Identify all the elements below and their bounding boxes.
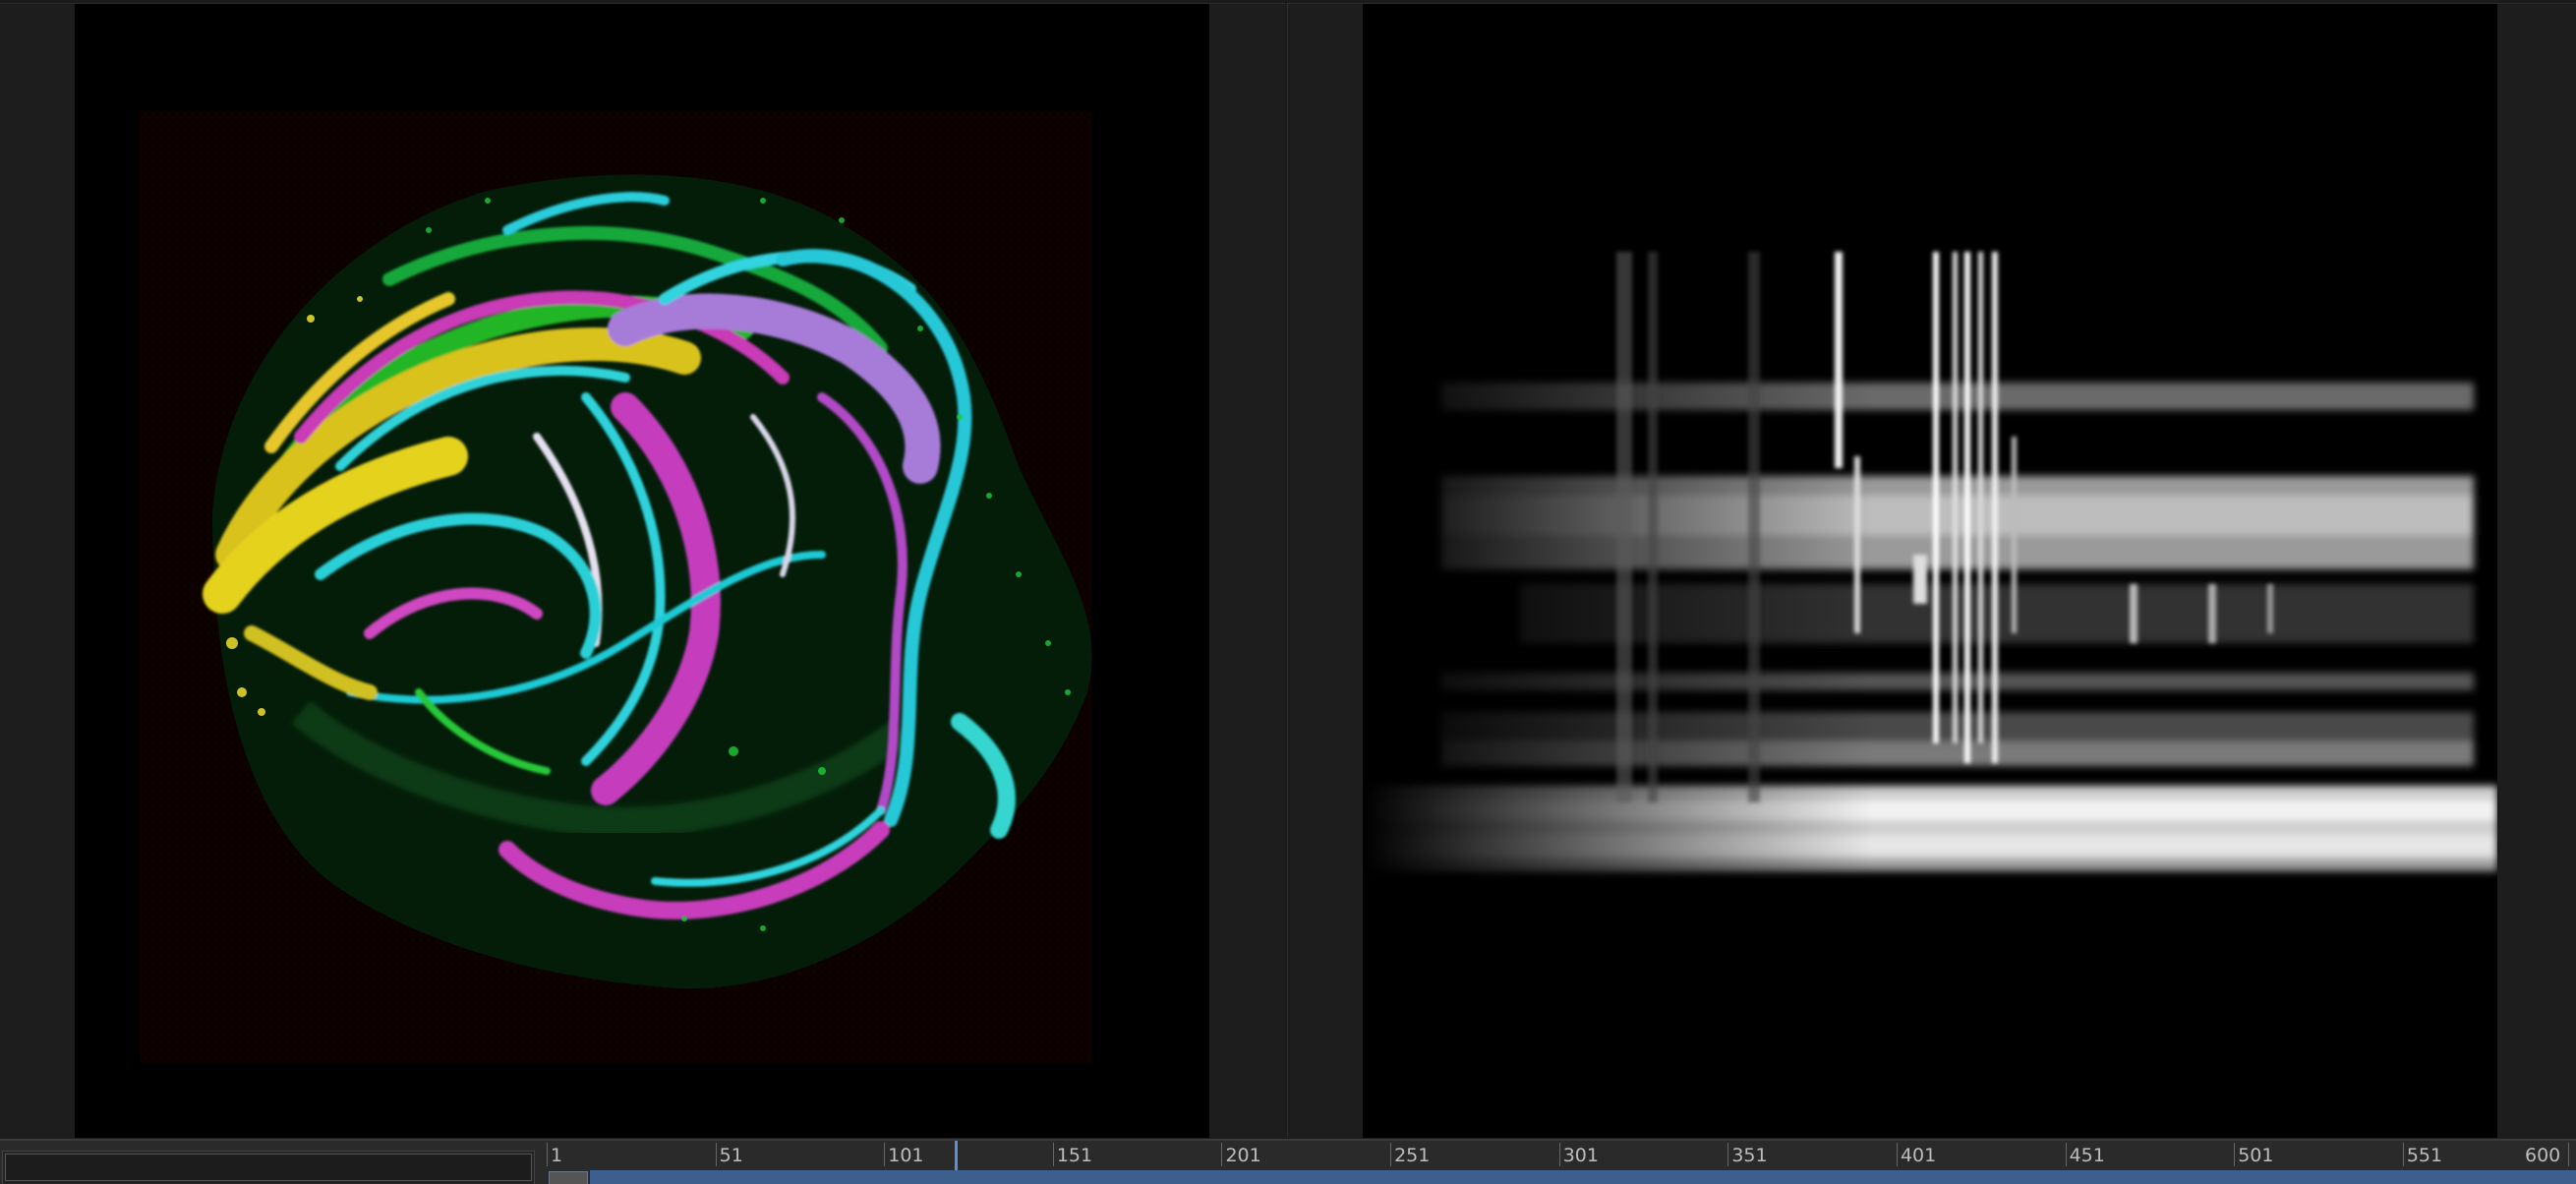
timeline-tick-label: 101 bbox=[888, 1145, 924, 1166]
timeline-ruler[interactable]: 1 51 101 151 201 251 301 351 401 451 501 551 600 bbox=[547, 1141, 2576, 1184]
timeline-tick-label: 501 bbox=[2238, 1145, 2274, 1166]
timeline-tick-label: 401 bbox=[1900, 1145, 1937, 1166]
left-render-image bbox=[140, 111, 1092, 1063]
timeline-tick-label: 251 bbox=[1394, 1145, 1431, 1166]
timeline-range-fill bbox=[590, 1170, 2576, 1184]
left-viewer-panel[interactable] bbox=[0, 3, 1285, 1138]
timeline-tick-label: 551 bbox=[2406, 1145, 2443, 1166]
timeline-tick-label: 301 bbox=[1562, 1145, 1599, 1166]
timeline-tick bbox=[2568, 1143, 2569, 1166]
timeline-tick-label: 451 bbox=[2069, 1145, 2105, 1166]
timeline-tick-label: 201 bbox=[1225, 1145, 1261, 1166]
timeline-range-handle[interactable] bbox=[549, 1171, 588, 1184]
timeline-tick-label: 151 bbox=[1056, 1145, 1093, 1166]
timeline-bar[interactable]: 1 51 101 151 201 251 301 351 401 451 501 551 600 bbox=[0, 1139, 2576, 1184]
left-viewer-canvas[interactable] bbox=[75, 4, 1209, 1138]
timeline-tick-label: 600 bbox=[2525, 1145, 2561, 1166]
right-viewer-panel[interactable] bbox=[1287, 3, 2576, 1138]
timeline-tick-label: 351 bbox=[1731, 1145, 1768, 1166]
frame-field[interactable] bbox=[5, 1154, 532, 1181]
timeline-frame-panel bbox=[2, 1151, 535, 1184]
timeline-tick-label: 1 bbox=[551, 1145, 563, 1166]
timeline-tick-label: 51 bbox=[719, 1145, 743, 1166]
app-window: 1 51 101 151 201 251 301 351 401 451 501 551 600 bbox=[0, 0, 2576, 1184]
right-viewer-canvas[interactable] bbox=[1363, 4, 2497, 1138]
playhead[interactable] bbox=[955, 1141, 959, 1170]
right-render-image bbox=[1363, 252, 2497, 881]
